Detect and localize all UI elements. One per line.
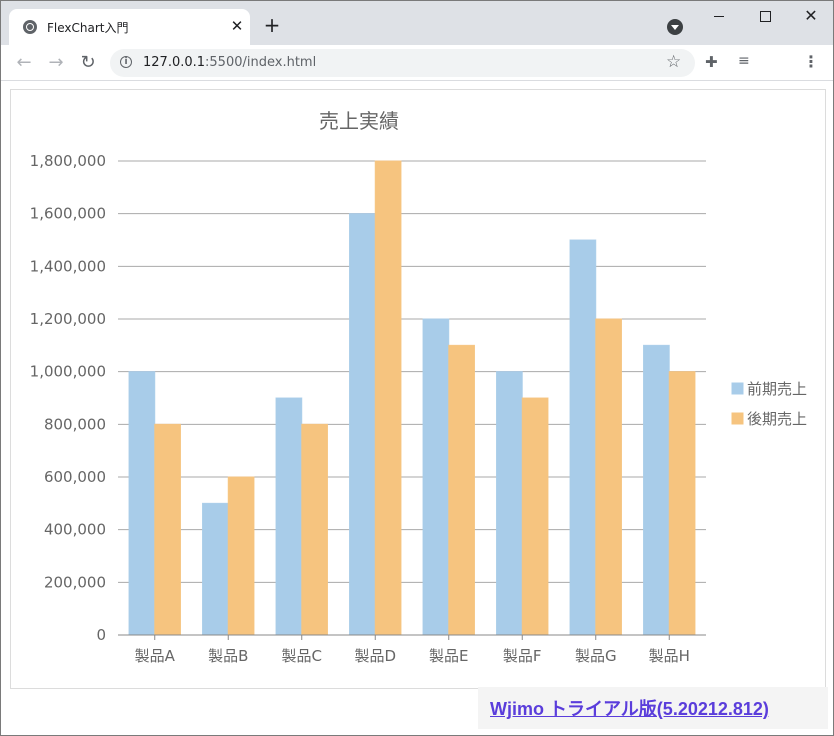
y-tick-label: 400,000: [44, 521, 106, 539]
browser-tab[interactable]: FlexChart入門 ✕: [9, 9, 250, 45]
back-icon[interactable]: ←: [12, 51, 36, 75]
url-text[interactable]: 127.0.0.1:5500/index.html: [143, 55, 316, 70]
maximize-icon[interactable]: [742, 1, 788, 31]
plus-icon[interactable]: +: [261, 14, 283, 36]
bar-製品A-後期売上[interactable]: [154, 423, 181, 636]
y-tick-label: 1,600,000: [30, 205, 106, 223]
bar-製品B-後期売上[interactable]: [227, 476, 255, 636]
tab-search-icon[interactable]: [667, 19, 683, 35]
bar-製品E-後期売上[interactable]: [448, 344, 475, 636]
bar-製品C-前期売上[interactable]: [275, 397, 303, 636]
trial-banner: Wjimo トライアル版(5.20212.812): [478, 687, 828, 729]
window-close-icon[interactable]: ✕: [788, 1, 833, 31]
chart-svg: 0 200,000 400,000 600,000 800,000 1,000,000 1,…: [30, 109, 807, 665]
bar-製品D-前期売上[interactable]: [349, 213, 376, 636]
bar-製品H-前期売上[interactable]: [643, 344, 670, 636]
bar-製品G-後期売上[interactable]: [595, 318, 622, 636]
bar-製品H-後期売上[interactable]: [668, 371, 696, 636]
bar-製品F-前期売上[interactable]: [496, 371, 523, 636]
legend-swatch: [731, 412, 744, 425]
x-tick-label: 製品B: [208, 647, 248, 665]
y-tick-label: 600,000: [44, 468, 106, 486]
bar-製品D-後期売上[interactable]: [374, 160, 402, 636]
y-tick-label: 800,000: [44, 415, 106, 433]
chart-title: 売上実績: [319, 109, 399, 133]
bar-製品B-前期売上[interactable]: [202, 502, 229, 636]
browser-window: FlexChart入門 ✕ + ✕ ← → ↻ i 127.0.0.1:5500…: [0, 0, 834, 736]
y-tick-label: 200,000: [44, 573, 106, 591]
bar-製品A-前期売上[interactable]: [128, 371, 156, 636]
bar-製品G-前期売上[interactable]: [569, 239, 597, 636]
info-icon[interactable]: i: [120, 56, 132, 68]
tab-strip: FlexChart入門 ✕ + ✕: [1, 1, 833, 45]
x-tick-label: 製品G: [575, 647, 617, 665]
reload-icon[interactable]: ↻: [76, 51, 100, 75]
star-icon[interactable]: ☆: [666, 52, 681, 72]
x-tick-label: 製品F: [503, 647, 542, 665]
x-tick-label: 製品C: [282, 647, 322, 665]
legend-swatch: [731, 382, 744, 395]
x-tick-label: 製品D: [354, 647, 396, 665]
extensions-icon[interactable]: ✚: [705, 53, 723, 71]
forward-icon[interactable]: →: [44, 51, 68, 75]
x-tick-label: 製品H: [649, 647, 690, 665]
flexchart: 0 200,000 400,000 600,000 800,000 1,000,000 1,…: [10, 89, 826, 689]
trial-link[interactable]: Wjimo トライアル版(5.20212.812): [490, 695, 769, 721]
y-tick-label: 1,400,000: [30, 257, 106, 275]
bar-製品C-後期売上[interactable]: [301, 423, 328, 636]
x-tick-label: 製品E: [429, 647, 468, 665]
y-tick-label: 1,000,000: [30, 363, 106, 381]
tab-title: FlexChart入門: [47, 21, 129, 35]
y-tick-label: 1,200,000: [30, 310, 106, 328]
globe-icon: [23, 20, 37, 34]
close-icon[interactable]: ✕: [227, 16, 247, 36]
url-host: 127.0.0.1: [143, 55, 206, 70]
media-icon[interactable]: ≡: [738, 53, 756, 71]
legend-label: 前期売上: [747, 380, 807, 398]
legend-label: 後期売上: [747, 410, 807, 428]
menu-icon[interactable]: ⋮: [801, 53, 821, 73]
y-tick-label: 1,800,000: [30, 152, 106, 170]
browser-toolbar: ← → ↻ i 127.0.0.1:5500/index.html ☆ ✚ ≡ …: [1, 45, 833, 81]
y-tick-label: 0: [96, 626, 106, 644]
x-tick-label: 製品A: [135, 647, 176, 665]
url-path: :5500/index.html: [205, 55, 317, 70]
address-bar[interactable]: i 127.0.0.1:5500/index.html ☆: [110, 49, 695, 77]
bar-製品F-後期売上[interactable]: [521, 397, 549, 636]
bar-製品E-前期売上[interactable]: [422, 318, 450, 636]
minimize-icon[interactable]: [696, 1, 742, 31]
